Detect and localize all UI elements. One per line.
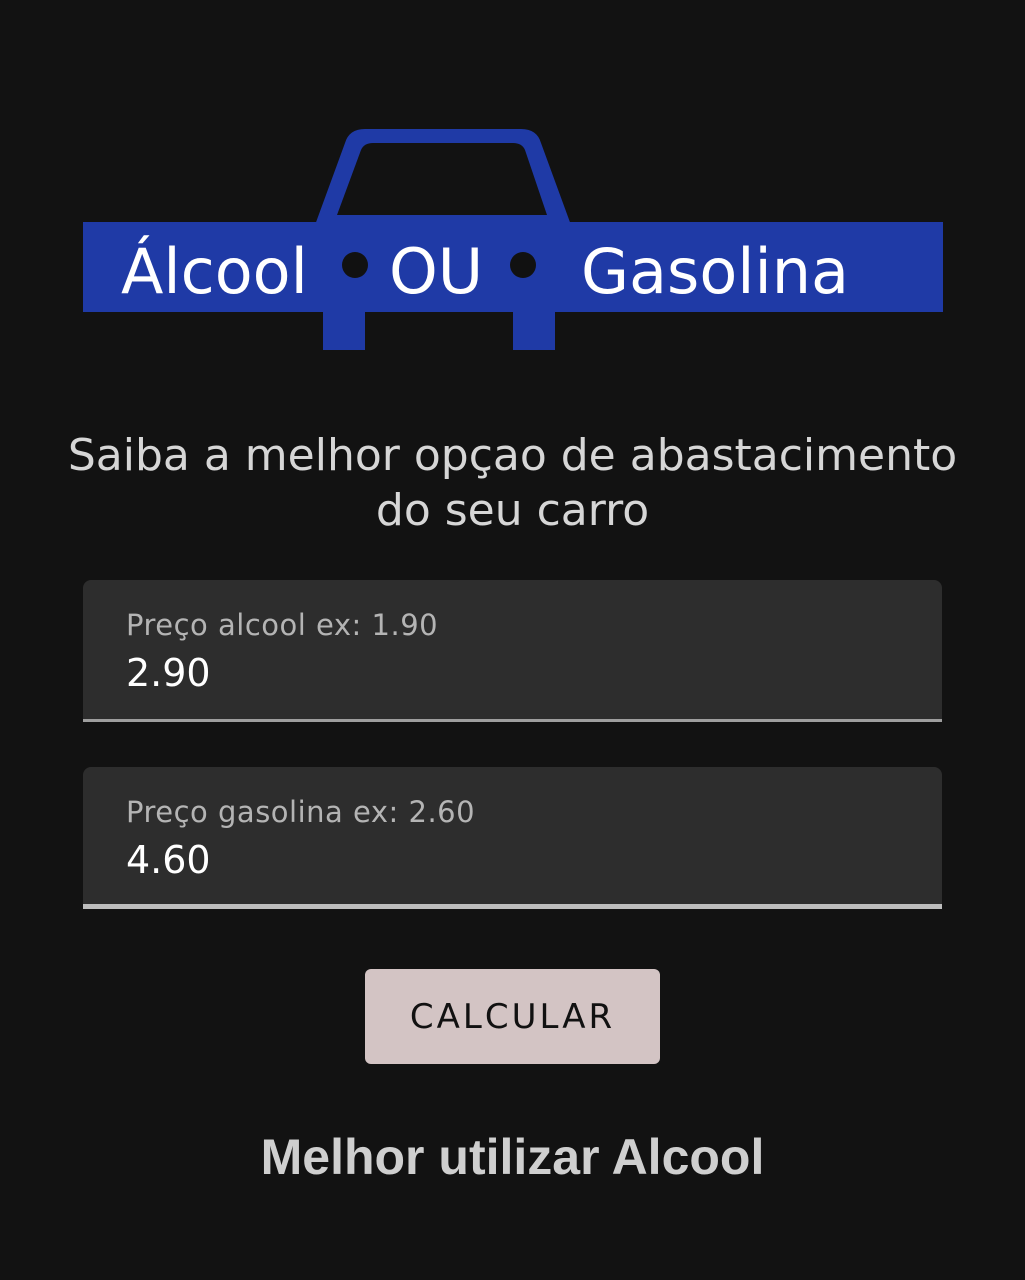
alcool-field-underline bbox=[83, 719, 942, 722]
result-text: Melhor utilizar Alcool bbox=[260, 1129, 765, 1185]
gasolina-field-underline bbox=[83, 904, 942, 909]
car-light-right bbox=[510, 252, 536, 278]
alcool-price-input[interactable] bbox=[126, 648, 886, 698]
page-subtitle: Saiba a melhor opçao de abastacimento do… bbox=[60, 428, 965, 538]
app-logo: Álcool OU Gasolina bbox=[83, 129, 943, 350]
subtitle-line-1: Saiba a melhor opçao de abastacimento bbox=[67, 430, 958, 481]
logo-word-ou: OU bbox=[389, 235, 483, 308]
alcool-price-field[interactable]: Preço alcool ex: 1.90 bbox=[83, 580, 942, 722]
gasolina-price-label: Preço gasolina ex: 2.60 bbox=[126, 795, 476, 829]
logo-word-gasolina: Gasolina bbox=[581, 235, 849, 308]
subtitle-line-2: do seu carro bbox=[375, 485, 650, 536]
gasolina-price-field[interactable]: Preço gasolina ex: 2.60 bbox=[83, 767, 942, 909]
logo-word-alcool: Álcool bbox=[121, 234, 308, 308]
car-window-shape bbox=[337, 143, 547, 215]
car-wheel-right bbox=[513, 310, 555, 350]
calculate-button[interactable]: CALCULAR bbox=[365, 969, 660, 1064]
car-wheel-left bbox=[323, 310, 365, 350]
gasolina-price-input[interactable] bbox=[126, 835, 886, 885]
car-light-left bbox=[342, 252, 368, 278]
alcool-price-label: Preço alcool ex: 1.90 bbox=[126, 608, 439, 642]
